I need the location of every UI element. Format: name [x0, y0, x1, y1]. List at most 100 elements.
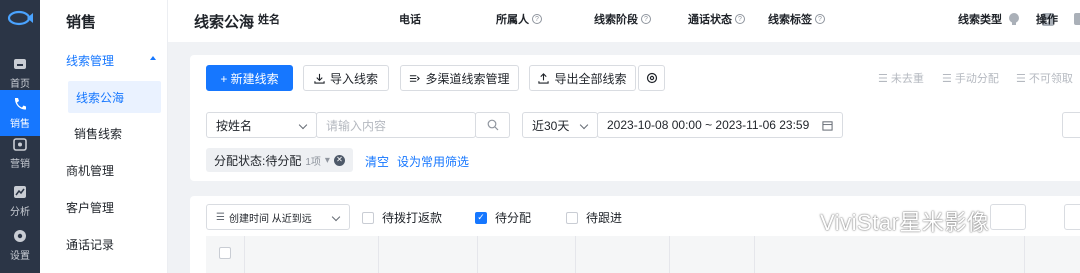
nav-item-lead-pool[interactable]: 线索公海	[68, 81, 161, 113]
rail-label: 销售	[10, 119, 30, 130]
active-filter-tag[interactable]: 分配状态:待分配 1项 ▾ ✕	[206, 148, 353, 172]
rail-label: 首页	[10, 79, 30, 90]
nav-item-label: 线索公海	[76, 90, 125, 105]
column-header-call-status[interactable]: 通话状态?	[688, 11, 745, 27]
column-settings-button[interactable]	[1064, 204, 1080, 230]
nav-item-opportunities[interactable]: 商机管理	[40, 154, 168, 186]
checkbox-pending-followup[interactable]: 待跟进	[566, 209, 622, 226]
checkbox-box	[566, 211, 578, 224]
nav-item-label: 客户管理	[66, 200, 115, 215]
icon-rail: 首页 销售 营销 分析 设置	[0, 0, 40, 273]
search-icon	[487, 119, 499, 131]
export-all-button[interactable]: 导出全部线索	[529, 65, 636, 91]
select-all-checkbox[interactable]	[219, 247, 231, 259]
manual-assign-action[interactable]: ☰ 手动分配	[942, 70, 999, 86]
not-claimable-action[interactable]: ☰ 不可领取	[1016, 70, 1073, 86]
search-button[interactable]	[475, 112, 510, 138]
help-icon[interactable]: ?	[735, 14, 745, 24]
filter-tag-label: 分配状态:待分配	[214, 153, 302, 168]
action-label: 手动分配	[954, 73, 999, 85]
date-range-picker[interactable]: 2023-10-08 00:00 ~ 2023-11-06 23:59	[597, 112, 843, 138]
wechat-icon	[788, 211, 813, 230]
watermark: ViviStar星米影像	[788, 205, 989, 237]
list-icon	[410, 74, 421, 82]
rail-label: 设置	[10, 251, 30, 262]
calendar-icon	[822, 121, 833, 131]
column-label: 线索类型	[958, 14, 1002, 26]
action-label: 未去重	[890, 73, 924, 85]
column-header-tags[interactable]: 线索标签?	[768, 11, 825, 27]
assign-icon: ☰	[942, 72, 952, 85]
select-value: 创建时间 从近到远	[228, 213, 312, 225]
chevron-down-icon: ▾	[324, 154, 330, 166]
column-label: 姓名	[258, 14, 280, 26]
column-divider	[244, 236, 245, 273]
check-icon: ✓	[475, 211, 487, 224]
nav-item-sales-leads[interactable]: 销售线索	[40, 117, 168, 149]
dedupe-action[interactable]: ☰ 未去重	[878, 70, 924, 86]
grid-icon[interactable]	[1072, 11, 1080, 27]
checkbox-pending-callback[interactable]: 待拨打返款	[362, 209, 442, 226]
column-header-type[interactable]: 线索类型	[958, 11, 1002, 27]
gear-icon	[646, 72, 657, 84]
lightbulb-icon[interactable]	[1006, 11, 1022, 27]
select-value: 按姓名	[216, 118, 253, 133]
nav-item-call-records[interactable]: 通话记录	[40, 228, 168, 260]
checkbox-pending-assign[interactable]: ✓ 待分配	[475, 209, 531, 226]
column-divider	[378, 236, 379, 273]
close-icon[interactable]: ✕	[333, 154, 345, 166]
rail-label: 分析	[10, 207, 30, 218]
search-input[interactable]: 请输入内容	[316, 112, 476, 138]
nav-item-customers[interactable]: 客户管理	[40, 191, 168, 223]
button-label: 导入线索	[329, 71, 378, 86]
column-header-owner[interactable]: 所属人?	[496, 11, 542, 27]
column-label: 电话	[399, 14, 421, 26]
chevron-down-icon	[298, 120, 308, 130]
filter-tag-count: 1项	[305, 156, 321, 168]
sort-select[interactable]: ☰ 创建时间 从近到远	[206, 204, 350, 230]
column-divider	[754, 236, 755, 273]
page-title: 线索公海	[194, 14, 255, 31]
column-label: 操作	[1036, 14, 1058, 26]
block-icon: ☰	[1016, 72, 1026, 85]
new-lead-button[interactable]: + 新建线索	[206, 65, 293, 91]
chart-icon	[14, 186, 26, 198]
more-filters-select[interactable]	[1062, 112, 1080, 138]
help-icon[interactable]: ?	[815, 14, 825, 24]
nav-item-label: 商机管理	[66, 163, 115, 178]
column-divider	[575, 236, 576, 273]
logo-icon	[7, 10, 33, 26]
home-icon	[14, 59, 26, 69]
column-divider	[1024, 236, 1025, 273]
nav-group-lead-management[interactable]: 线索管理	[40, 44, 168, 76]
save-filter-link[interactable]: 设为常用筛选	[397, 153, 469, 170]
nav-item-label: 通话记录	[66, 237, 115, 252]
column-header-name[interactable]: 姓名	[258, 11, 280, 27]
column-label: 线索阶段	[594, 14, 638, 26]
field-select[interactable]: 按姓名	[206, 112, 317, 138]
caret-up-icon	[150, 56, 156, 60]
help-icon[interactable]: ?	[532, 14, 542, 24]
column-header-stage[interactable]: 线索阶段?	[594, 11, 651, 27]
button-label: + 新建线索	[220, 71, 279, 86]
select-value: 近30天	[532, 118, 570, 133]
range-select[interactable]: 近30天	[522, 112, 598, 138]
rail-item-analysis[interactable]: 分析	[0, 178, 40, 224]
checkbox-label: 待跟进	[586, 211, 623, 225]
column-label: 通话状态	[688, 14, 732, 26]
import-leads-button[interactable]: 导入线索	[303, 65, 389, 91]
clear-filters-link[interactable]: 清空	[365, 153, 389, 170]
rail-item-settings[interactable]: 设置	[0, 222, 40, 268]
rail-item-marketing[interactable]: 营销	[0, 130, 40, 176]
action-label: 不可领取	[1028, 73, 1073, 85]
view-toggle-button[interactable]	[990, 204, 1026, 230]
import-icon	[314, 73, 325, 84]
settings-button[interactable]	[638, 65, 665, 91]
column-label: 线索标签	[768, 14, 812, 26]
column-header-actions: 操作	[1036, 11, 1058, 27]
help-icon[interactable]: ?	[641, 14, 651, 24]
table-header	[206, 236, 1080, 273]
column-label: 所属人	[496, 14, 529, 26]
multichannel-button[interactable]: 多渠道线索管理	[400, 65, 519, 91]
column-header-phone[interactable]: 电话	[399, 11, 421, 27]
